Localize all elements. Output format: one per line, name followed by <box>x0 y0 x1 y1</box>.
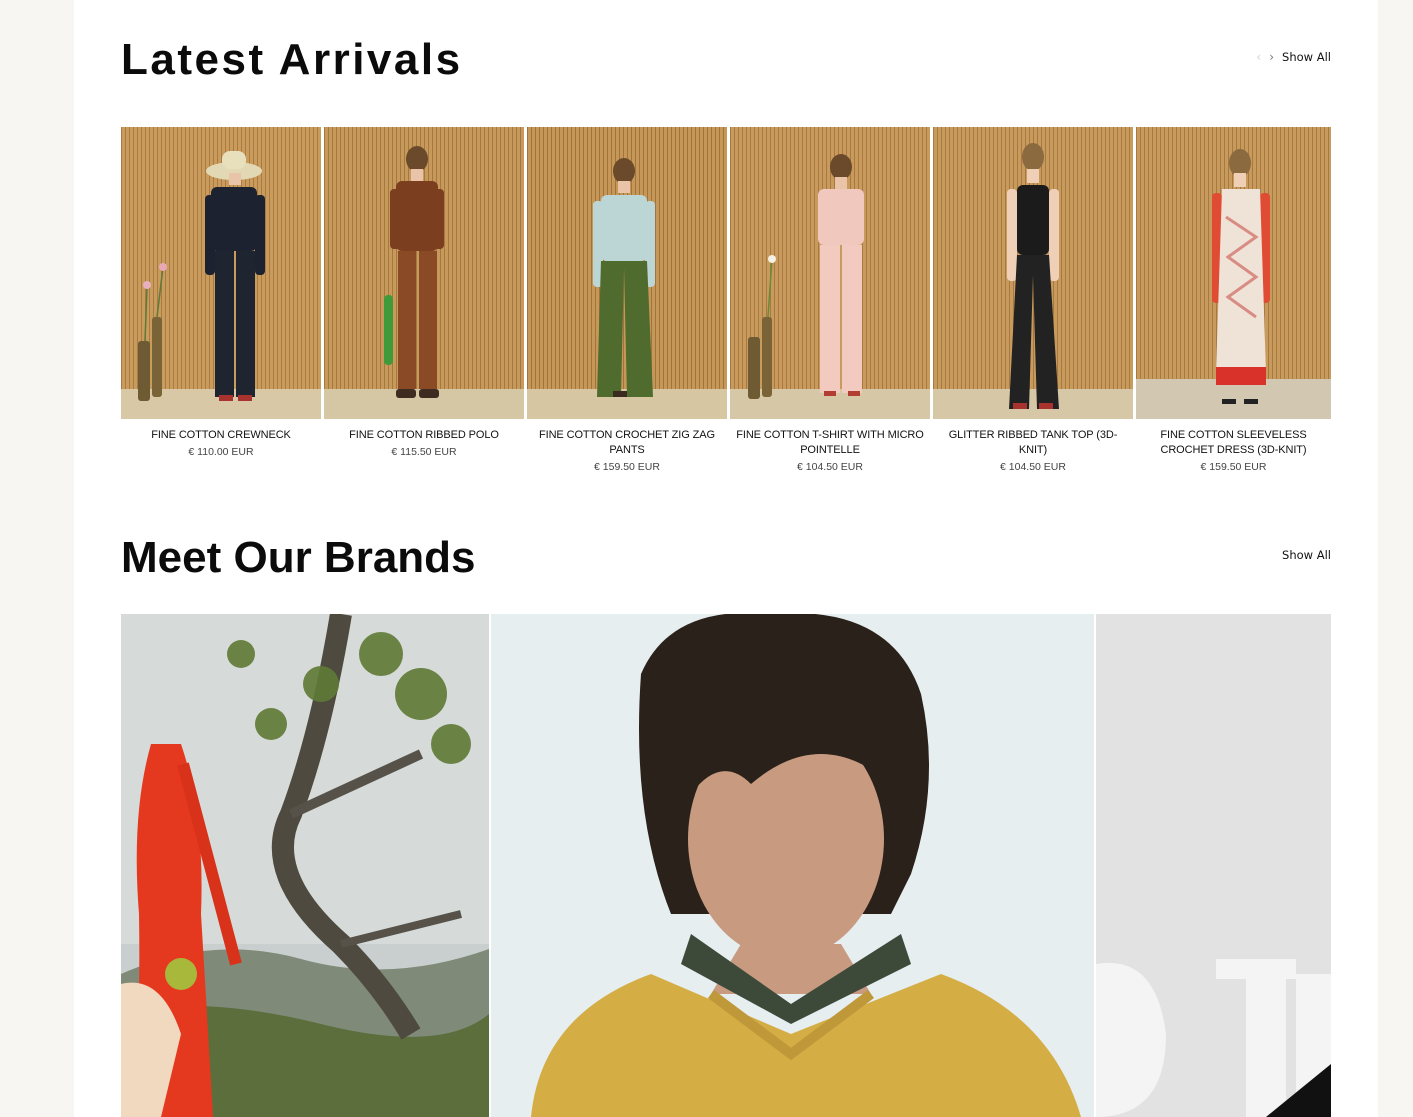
brand-image[interactable] <box>491 614 1094 1117</box>
product-name[interactable]: FINE COTTON T-SHIRT WITH MICRO POINTELLE <box>734 428 926 458</box>
product-carousel: FINE COTTON CREWNECK € 110.00 EUR FINE C… <box>121 127 1331 487</box>
product-name[interactable]: FINE COTTON RIBBED POLO <box>328 428 520 443</box>
brand-card[interactable] <box>1096 614 1331 1117</box>
brands-carousel <box>121 614 1331 1117</box>
brand-image[interactable] <box>1096 614 1331 1117</box>
chevron-right-icon[interactable]: › <box>1269 51 1274 63</box>
product-image[interactable] <box>324 127 524 419</box>
brands-controls: Show All <box>1282 548 1331 562</box>
product-name[interactable]: FINE COTTON CROCHET ZIG ZAG PANTS <box>531 428 723 458</box>
product-price: € 104.50 EUR <box>797 461 863 473</box>
latest-arrivals-header: Latest Arrivals ‹ › Show All <box>121 38 1331 82</box>
product-card[interactable]: FINE COTTON T-SHIRT WITH MICRO POINTELLE… <box>730 127 930 487</box>
product-price: € 159.50 EUR <box>1200 461 1267 473</box>
latest-arrivals-title: Latest Arrivals <box>121 35 463 84</box>
latest-show-all-link[interactable]: Show All <box>1282 50 1331 64</box>
product-price: € 104.50 EUR <box>1000 461 1066 473</box>
product-card[interactable]: GLITTER RIBBED TANK TOP (3D-KNIT) € 104.… <box>933 127 1133 487</box>
product-name[interactable]: FINE COTTON SLEEVELESS CROCHET DRESS (3D… <box>1140 428 1327 458</box>
product-image[interactable] <box>121 127 321 419</box>
brands-show-all-link[interactable]: Show All <box>1282 548 1331 562</box>
product-card[interactable]: FINE COTTON CROCHET ZIG ZAG PANTS € 159.… <box>527 127 727 487</box>
product-image[interactable] <box>730 127 930 419</box>
brand-card[interactable] <box>491 614 1094 1117</box>
brands-header: Meet Our Brands Show All <box>121 536 1331 580</box>
product-price: € 110.00 EUR <box>188 446 254 458</box>
product-name[interactable]: GLITTER RIBBED TANK TOP (3D-KNIT) <box>937 428 1129 458</box>
brand-image[interactable] <box>121 614 489 1117</box>
product-card[interactable]: FINE COTTON RIBBED POLO € 115.50 EUR <box>324 127 524 487</box>
product-card[interactable]: FINE COTTON CREWNECK € 110.00 EUR <box>121 127 321 487</box>
chevron-left-icon[interactable]: ‹ <box>1256 51 1261 63</box>
product-name[interactable]: FINE COTTON CREWNECK <box>125 428 317 443</box>
product-card[interactable]: FINE COTTON SLEEVELESS CROCHET DRESS (3D… <box>1136 127 1331 487</box>
page-content: Latest Arrivals ‹ › Show All FINE COTTON… <box>74 0 1378 1117</box>
brands-title: Meet Our Brands <box>121 533 476 582</box>
carousel-controls: ‹ › Show All <box>1256 50 1331 64</box>
product-image[interactable] <box>933 127 1133 419</box>
product-image[interactable] <box>1136 127 1331 419</box>
product-price: € 159.50 EUR <box>594 461 660 473</box>
brand-card[interactable] <box>121 614 489 1117</box>
product-image[interactable] <box>527 127 727 419</box>
product-price: € 115.50 EUR <box>391 446 457 458</box>
